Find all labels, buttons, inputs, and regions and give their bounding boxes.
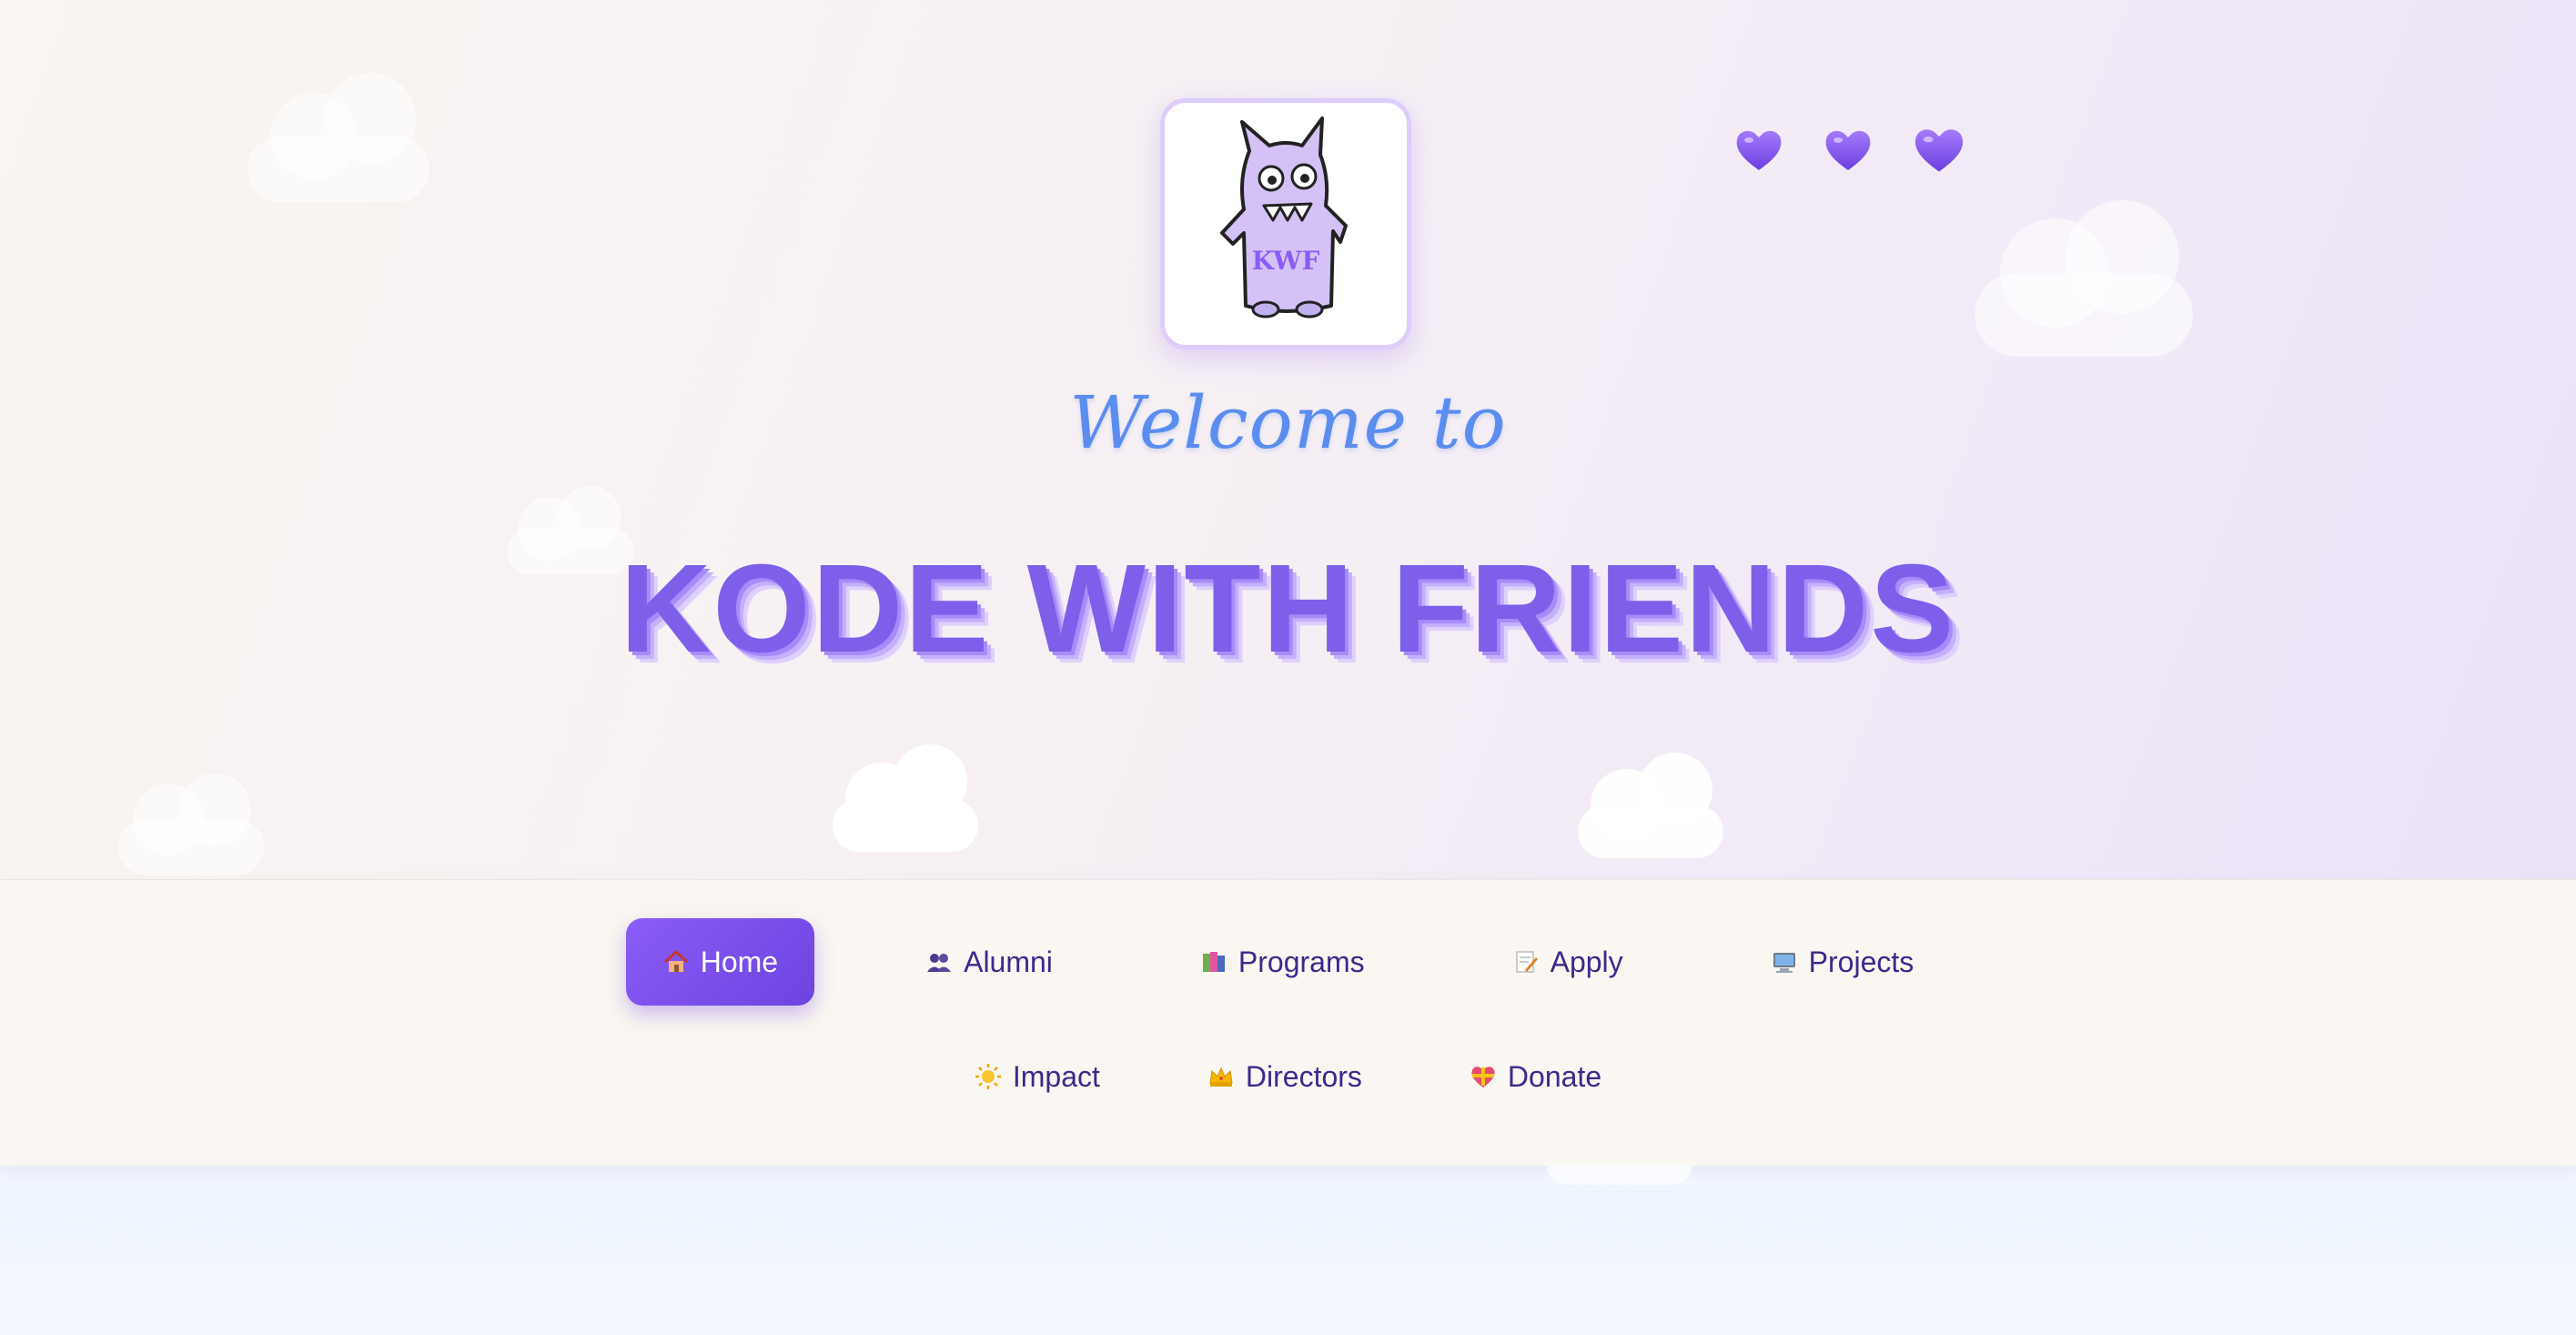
nav-item-label: Projects <box>1808 945 1914 978</box>
logo[interactable]: KWF <box>1160 98 1411 349</box>
nav-item-label: Impact <box>1012 1059 1100 1093</box>
nav-item-label: Apply <box>1550 945 1623 978</box>
page-title: KODE WITH FRIENDS <box>620 539 1956 679</box>
gift-heart-icon <box>1470 1063 1497 1090</box>
nav-item-impact[interactable]: Impact <box>975 1033 1100 1120</box>
cloud-decoration <box>118 774 264 875</box>
nav-item-label: Directors <box>1245 1059 1362 1093</box>
purple-heart-icon <box>1825 130 1871 170</box>
nav-item-label: Home <box>700 945 779 978</box>
nav-item-apply[interactable]: Apply <box>1476 918 1660 1006</box>
cloud-decoration <box>1975 200 2193 357</box>
nav-item-directors[interactable]: Directors <box>1207 1033 1362 1120</box>
cloud-decoration <box>833 744 978 852</box>
computer-icon <box>1771 948 1798 976</box>
memo-icon <box>1512 948 1540 976</box>
hero-section: KWF Welcome to KODE WITH FRIENDS <box>0 0 2576 879</box>
purple-heart-icon <box>1914 129 1964 172</box>
people-icon <box>925 948 953 976</box>
nav-item-label: Donate <box>1507 1059 1602 1093</box>
nav-item-projects[interactable]: Projects <box>1734 918 1951 1006</box>
books-icon <box>1200 948 1227 976</box>
cloud-decoration <box>1547 1165 1692 1185</box>
main-navigation: Home Alumni Programs Apply Projects Impa… <box>0 879 2576 1166</box>
welcome-text: Welcome to <box>1069 380 1507 465</box>
cloud-decoration <box>247 73 429 202</box>
nav-item-donate[interactable]: Donate <box>1470 1033 1601 1120</box>
nav-item-home[interactable]: Home <box>625 918 815 1006</box>
house-icon <box>662 948 690 976</box>
kwf-monster-logo-icon: KWF <box>1220 116 1348 319</box>
nav-row: Home Alumni Programs Apply Projects <box>0 918 2576 1006</box>
purple-heart-icon <box>1736 130 1782 170</box>
nav-item-alumni[interactable]: Alumni <box>889 918 1089 1006</box>
crown-icon <box>1207 1063 1235 1090</box>
hearts-group <box>1733 125 1966 177</box>
nav-item-label: Alumni <box>964 945 1053 978</box>
sun-icon <box>975 1063 1002 1090</box>
nav-item-label: Programs <box>1237 945 1365 978</box>
logo-letters: KWF <box>1252 246 1320 276</box>
cloud-decoration <box>1578 753 1723 858</box>
nav-item-programs[interactable]: Programs <box>1164 918 1401 1006</box>
nav-row: Impact Directors Donate <box>0 1033 2576 1120</box>
